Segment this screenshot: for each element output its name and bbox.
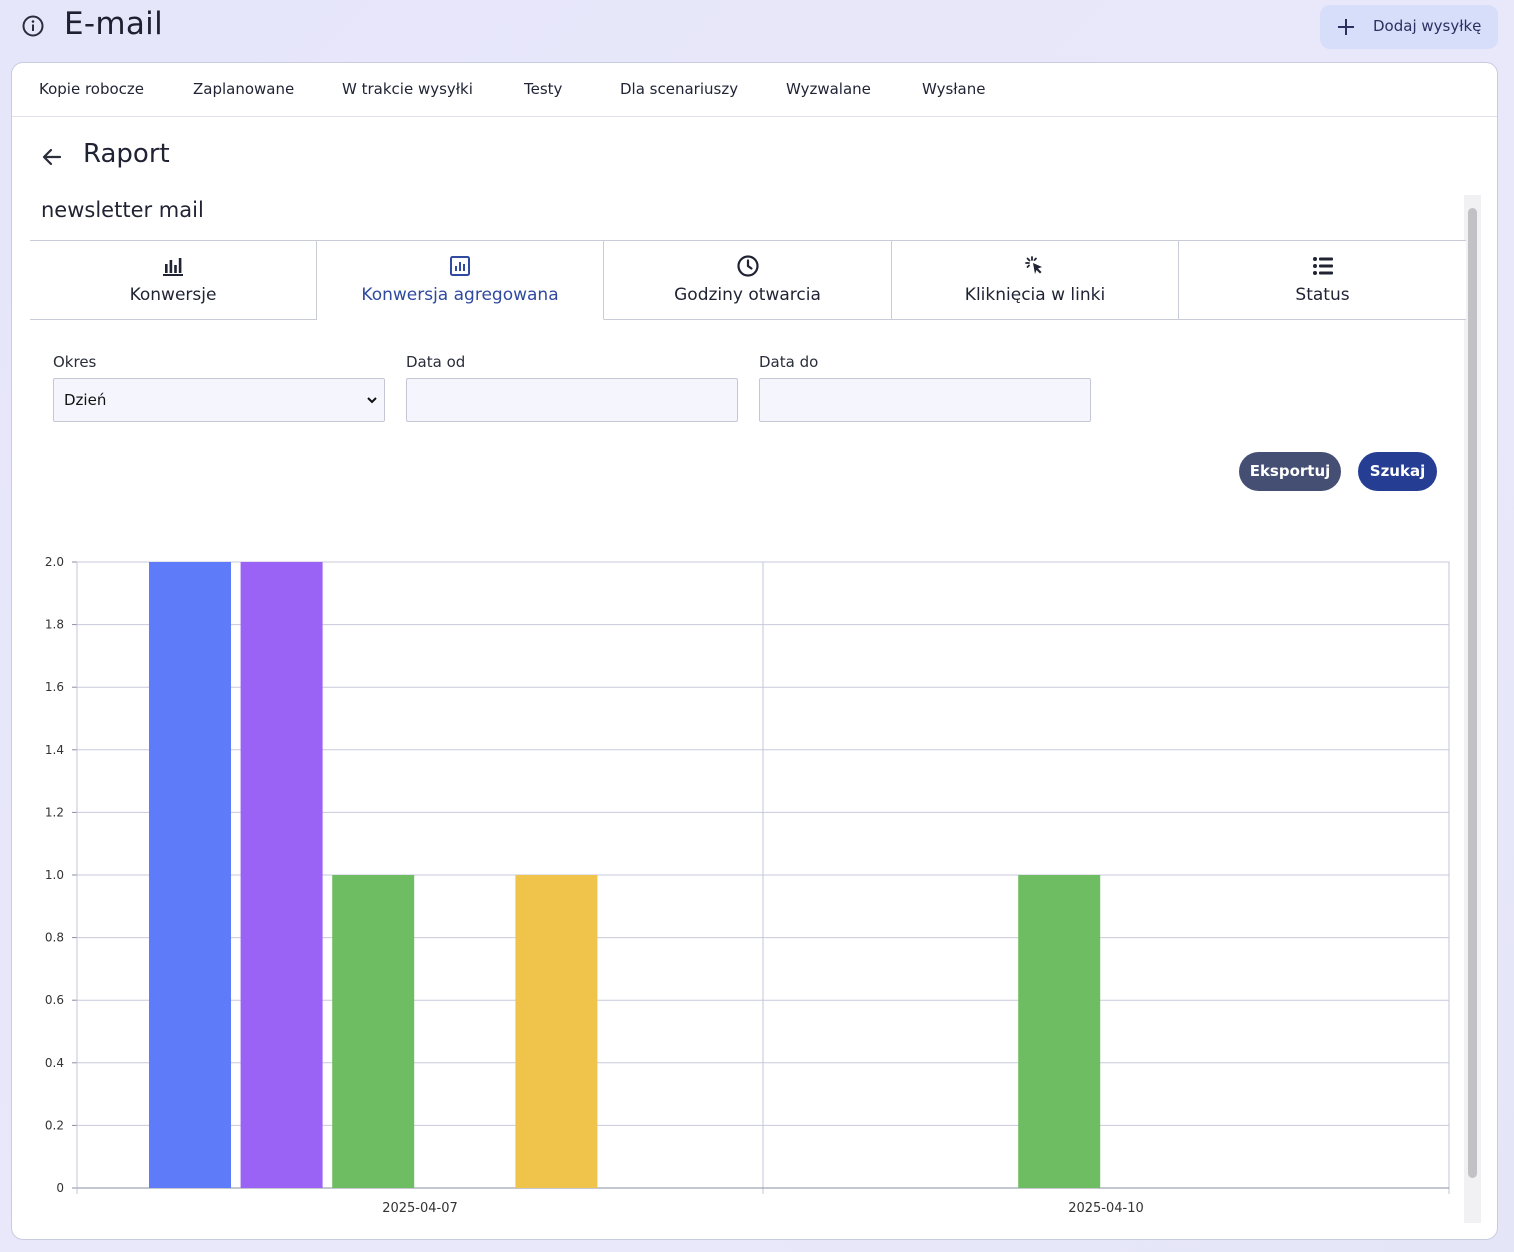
list-icon (1312, 257, 1333, 275)
report-tab-aggregated[interactable]: Konwersja agregowana (317, 241, 604, 320)
y-tick-label: 1.0 (45, 868, 64, 882)
y-tick-label: 1.8 (45, 618, 64, 632)
y-tick-label: 2.0 (45, 555, 64, 569)
period-select-value: Dzień (64, 391, 107, 409)
y-tick-label: 0 (56, 1181, 64, 1195)
y-tick-label: 0.4 (45, 1056, 64, 1070)
app-title: E-mail (64, 6, 163, 42)
x-tick-label: 2025-04-07 (382, 1201, 458, 1216)
date-to-input[interactable] (759, 378, 1091, 422)
report-tab-label: Kliknięcia w linki (964, 285, 1106, 305)
period-select[interactable]: Dzień (53, 378, 385, 422)
report-tab-label: Status (1295, 285, 1350, 305)
chevron-down-icon (367, 397, 377, 404)
bar (1018, 875, 1101, 1188)
back-arrow-icon[interactable] (40, 145, 64, 169)
info-icon[interactable] (22, 15, 44, 37)
add-mailing-label: Dodaj wysyłkę (1373, 17, 1482, 35)
page-title: Raport (83, 139, 170, 169)
tab-scenarios[interactable]: Dla scenariuszy (620, 80, 738, 98)
tab-sent[interactable]: Wysłane (922, 80, 985, 98)
mailing-status-tabs: Kopie robocze Zaplanowane W trakcie wysy… (12, 63, 1497, 117)
report-tab-label: Godziny otwarcia (674, 285, 821, 305)
chart-box-icon (450, 256, 470, 276)
add-mailing-button[interactable]: Dodaj wysyłkę (1320, 5, 1498, 49)
scrollbar-thumb[interactable] (1468, 208, 1477, 1178)
report-tab-open-hours[interactable]: Godziny otwarcia (604, 241, 892, 320)
x-tick-label: 2025-04-10 (1068, 1201, 1144, 1216)
tab-tests[interactable]: Testy (524, 80, 562, 98)
aggregated-conversion-chart: 0 0.2 0.4 0.6 0.8 1.0 1.2 1.4 1.6 1.8 2.0 2025-04-0… (45, 555, 1450, 1216)
date-to-label: Data do (759, 353, 819, 371)
bar (332, 875, 415, 1188)
main-card: Kopie robocze Zaplanowane W trakcie wysy… (11, 62, 1498, 1240)
top-bar: E-mail Dodaj wysyłkę (0, 0, 1514, 54)
y-tick-label: 0.8 (45, 931, 64, 945)
clock-icon (736, 255, 759, 277)
bar-chart-icon (163, 258, 183, 276)
search-button[interactable]: Szukaj (1358, 452, 1437, 491)
bar (149, 562, 231, 1188)
bar (240, 562, 323, 1188)
report-tab-label: Konwersje (129, 285, 217, 305)
export-button[interactable]: Eksportuj (1239, 452, 1341, 491)
y-tick-label: 1.6 (45, 680, 64, 694)
tab-triggered[interactable]: Wyzwalane (786, 80, 871, 98)
y-tick-label: 1.2 (45, 805, 64, 819)
y-tick-label: 1.4 (45, 743, 64, 757)
report-tab-conversions[interactable]: Konwersje (30, 241, 317, 320)
report-tab-link-clicks[interactable]: Kliknięcia w linki (892, 241, 1179, 320)
report-tab-label: Konwersja agregowana (361, 285, 559, 305)
report-tabs: Konwersje Konwersja agregowana Godziny o… (30, 240, 1466, 320)
tab-drafts[interactable]: Kopie robocze (39, 80, 144, 98)
tab-scheduled[interactable]: Zaplanowane (193, 80, 294, 98)
date-from-label: Data od (406, 353, 466, 371)
report-tab-status[interactable]: Status (1179, 241, 1466, 320)
tab-sending[interactable]: W trakcie wysyłki (342, 80, 473, 98)
y-tick-label: 0.6 (45, 993, 64, 1007)
bar (515, 875, 598, 1188)
cursor-click-icon (1025, 256, 1042, 274)
period-label: Okres (53, 353, 97, 371)
plus-icon (1338, 19, 1354, 35)
y-tick-label: 0.2 (45, 1118, 64, 1132)
campaign-name: newsletter mail (41, 198, 204, 222)
date-from-input[interactable] (406, 378, 738, 422)
